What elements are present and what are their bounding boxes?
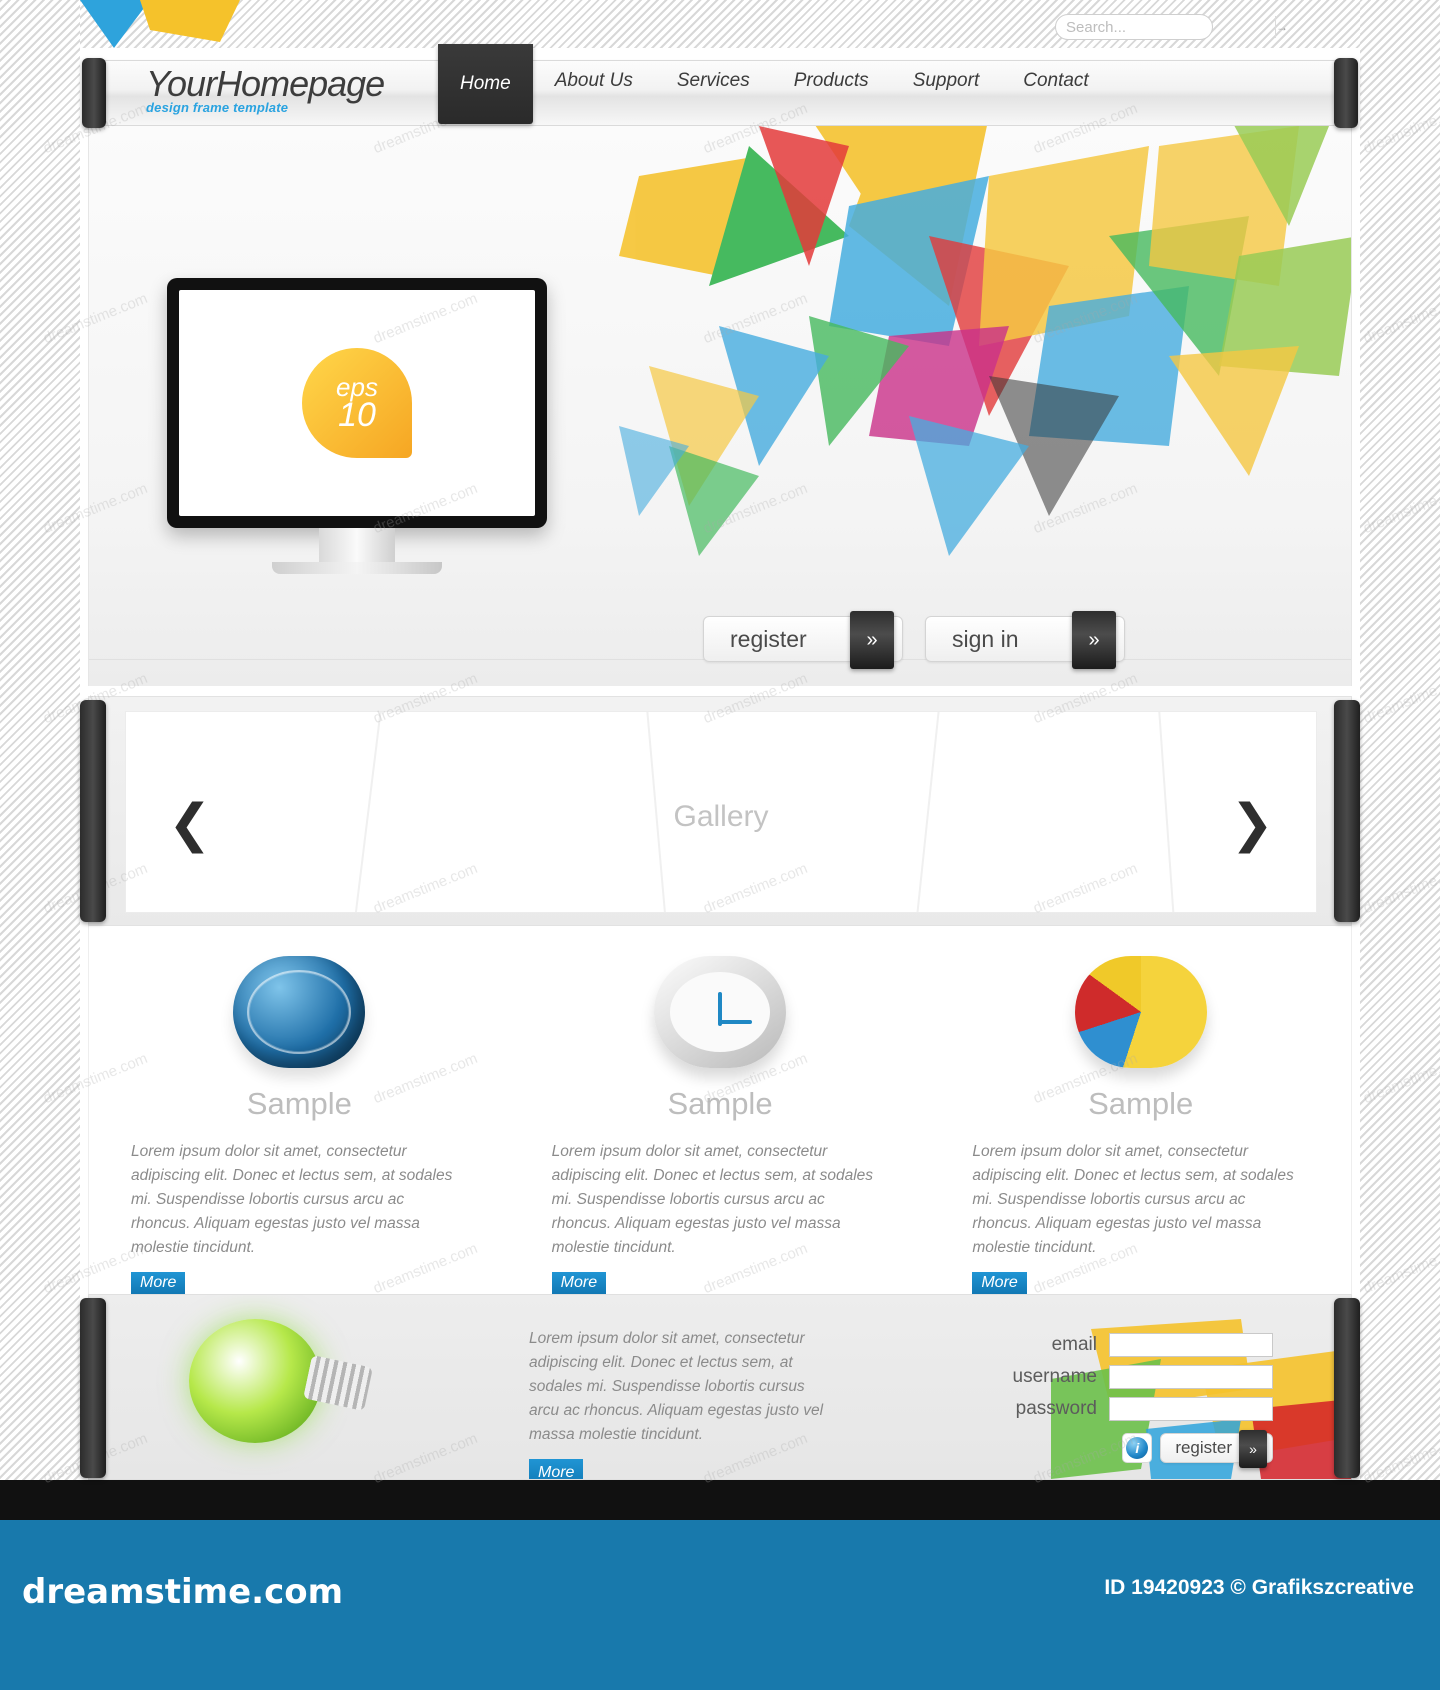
gallery-label: Gallery [673,800,769,833]
form-register-button[interactable]: register » [1160,1430,1273,1468]
form-row-username: username [1012,1365,1273,1389]
gallery-viewport[interactable]: Gallery ❮ ❯ [125,711,1317,913]
sign-in-button[interactable]: sign in » [925,611,1125,669]
info-icon[interactable]: i [1122,1433,1153,1463]
frame-tab-right-gallery [1334,700,1360,922]
site-logo[interactable]: YourHomepage design frame template [146,63,385,116]
nav-item-services[interactable]: Services [655,48,772,114]
dreamstime-logo: dreamstime.com [22,1572,344,1612]
register-button-label: register [730,625,807,652]
username-field[interactable] [1109,1365,1273,1389]
monitor-illustration: eps 10 [167,278,547,574]
more-button[interactable]: More [131,1272,186,1294]
double-chevron-up-icon: » [850,611,894,669]
info-icon-glyph: i [1126,1437,1149,1459]
feature-card: Sample Lorem ipsum dolor sit amet, conse… [89,926,510,1294]
feature-card: Sample Lorem ipsum dolor sit amet, conse… [510,926,931,1294]
card-title: Sample [1088,1086,1194,1121]
frame-tab-left-top [82,58,106,128]
clock-icon [654,956,786,1068]
frame-tab-right-footer [1334,1298,1360,1478]
form-register-label: register [1175,1438,1232,1457]
email-field[interactable] [1109,1333,1273,1357]
more-button[interactable]: More [551,1272,607,1294]
footer-text-block: Lorem ipsum dolor sit amet, consectetur … [529,1327,829,1479]
monitor-neck [319,528,395,562]
monitor-body: eps 10 [167,278,547,528]
hero-section: eps 10 register » sign in » [88,126,1352,686]
card-text: Lorem ipsum dolor sit amet, consectetur … [131,1143,453,1256]
username-label: username [1012,1366,1098,1387]
form-actions: i register » [1013,1430,1273,1468]
logo-text: YourHomepage [146,63,385,104]
search-input[interactable] [1056,16,1275,38]
register-form: email username password i register » [1012,1333,1273,1468]
page-border-left [0,0,80,1600]
eps-badge-bottom: 10 [338,396,376,434]
main-nav: Home About Us Services Products Support … [438,44,1111,124]
monitor-screen: eps 10 [179,290,535,516]
frame-tab-right-top [1334,58,1358,128]
search-submit-icon[interactable]: → [1275,16,1288,38]
nav-item-contact[interactable]: Contact [1001,48,1110,114]
register-button[interactable]: register » [703,611,903,669]
nav-item-about-us[interactable]: About Us [533,48,655,114]
footer-more-button[interactable]: More [529,1459,584,1479]
lightbulb-icon [189,1313,373,1443]
search-box[interactable]: → [1055,14,1288,40]
site-frame: YourHomepage design frame template Home … [80,44,1360,1480]
footer-band: Lorem ipsum dolor sit amet, consectetur … [88,1294,1352,1480]
chevron-left-icon[interactable]: ❮ [168,798,212,850]
footer-text: Lorem ipsum dolor sit amet, consectetur … [529,1330,824,1443]
decor-shards-top [80,0,240,48]
chevron-right-icon[interactable]: ❯ [1230,798,1274,850]
card-title: Sample [667,1086,773,1121]
form-row-email: email [1013,1333,1273,1357]
sign-in-button-label: sign in [952,625,1019,652]
stock-watermark-bar: dreamstime.com ID 19420923 © Grafikszcre… [0,1520,1440,1690]
form-row-password: password [1013,1397,1273,1421]
monitor-base [272,562,442,574]
frame-tab-left-gallery [80,700,106,922]
nav-item-home[interactable]: Home [438,44,533,124]
password-label: password [1015,1398,1097,1419]
feature-card: Sample Lorem ipsum dolor sit amet, conse… [930,926,1351,1294]
page-border-right [1360,0,1440,1600]
feature-cards: Sample Lorem ipsum dolor sit amet, conse… [88,926,1352,1294]
email-label: email [1051,1334,1097,1355]
gallery-section: Gallery ❮ ❯ [88,696,1352,926]
nav-item-products[interactable]: Products [772,48,891,114]
double-chevron-up-icon: » [1239,1430,1267,1468]
double-chevron-right-icon: » [1072,611,1116,669]
eps-badge: eps 10 [302,348,412,458]
image-id-credit: ID 19420923 © Grafikszcreative [1104,1576,1414,1599]
globe-icon [233,956,366,1068]
more-button[interactable]: More [972,1272,1027,1294]
card-title: Sample [246,1086,352,1121]
card-text: Lorem ipsum dolor sit amet, consectetur … [551,1143,874,1256]
nav-item-support[interactable]: Support [891,48,1002,114]
lightbulb-glass [189,1319,321,1443]
hero-actions: register » sign in » [703,611,1125,669]
frame-tab-left-footer [80,1298,106,1478]
password-field[interactable] [1109,1397,1273,1421]
bottom-black-bar [0,1480,1440,1520]
card-text: Lorem ipsum dolor sit amet, consectetur … [972,1143,1294,1256]
pie-chart-icon [1074,956,1207,1068]
